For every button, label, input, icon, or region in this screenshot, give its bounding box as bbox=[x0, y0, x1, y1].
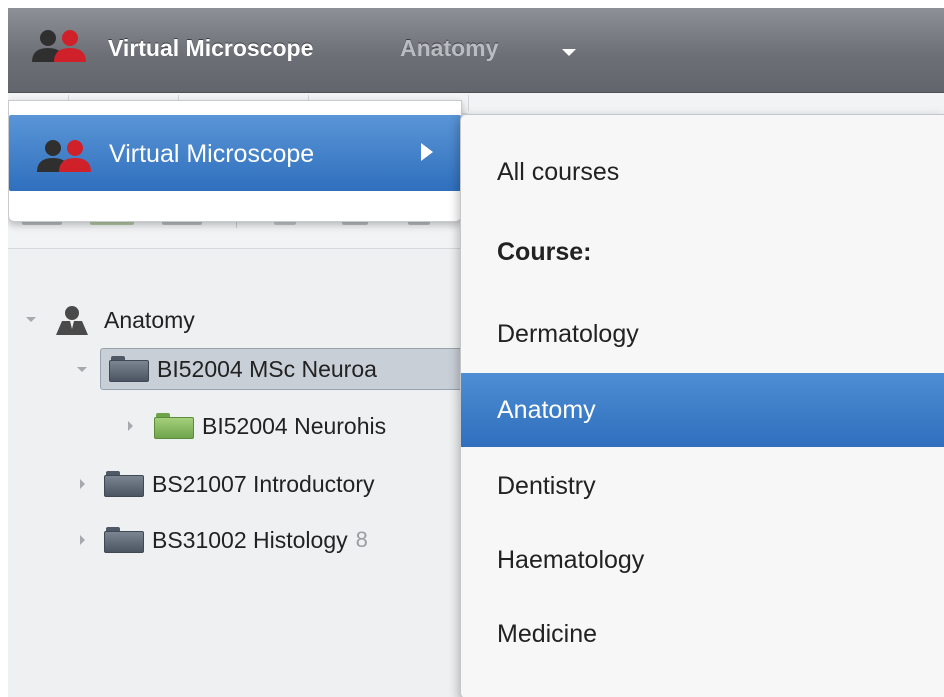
header-bar: Virtual Microscope Anatomy bbox=[8, 8, 944, 93]
submenu-item-haematology[interactable]: Haematology bbox=[461, 523, 944, 597]
user-icon bbox=[56, 306, 88, 335]
tree-item-label: BS21007 Introductory bbox=[152, 470, 375, 497]
count-badge: 8 bbox=[355, 527, 368, 552]
submenu-item-all-courses[interactable]: All courses bbox=[461, 135, 944, 209]
submenu-item-anatomy[interactable]: Anatomy bbox=[461, 373, 944, 447]
folder-icon bbox=[154, 413, 194, 439]
tree-item-label: BS31002 Histology bbox=[152, 526, 348, 553]
collapse-toggle-icon[interactable] bbox=[77, 367, 87, 372]
app-window: Virtual Microscope Anatomy Anatomy BI520… bbox=[8, 8, 944, 697]
submenu-item-dermatology[interactable]: Dermatology bbox=[461, 297, 944, 371]
menu-item-label: Virtual Microscope bbox=[109, 140, 315, 168]
tree-item-bi52004-neurohis[interactable]: BI52004 Neurohis bbox=[128, 409, 474, 443]
tree-item-bs21007[interactable]: BS21007 Introductory bbox=[80, 467, 474, 501]
tree-root-label: Anatomy bbox=[104, 307, 195, 333]
expand-toggle-icon[interactable] bbox=[80, 535, 85, 545]
expand-toggle-icon[interactable] bbox=[128, 421, 133, 431]
tree-root[interactable]: Anatomy bbox=[8, 303, 468, 337]
chevron-right-icon bbox=[421, 143, 433, 161]
collapse-toggle-icon[interactable] bbox=[26, 317, 36, 322]
folder-icon bbox=[109, 356, 149, 382]
tree-item-label: BI52004 MSc Neuroa bbox=[157, 355, 377, 382]
expand-toggle-icon[interactable] bbox=[80, 479, 85, 489]
users-icon bbox=[37, 140, 91, 172]
submenu-item-dentistry[interactable]: Dentistry bbox=[461, 449, 944, 523]
tree-item-bi52004-msc[interactable]: BI52004 MSc Neuroa bbox=[77, 348, 480, 390]
tree-item-label: BI52004 Neurohis bbox=[202, 412, 387, 439]
app-menu: Virtual Microscope bbox=[8, 100, 462, 222]
submenu-item-medicine[interactable]: Medicine bbox=[461, 597, 944, 671]
menu-item-virtual-microscope[interactable]: Virtual Microscope bbox=[9, 115, 461, 191]
current-course-label[interactable]: Anatomy bbox=[400, 35, 498, 62]
submenu-heading-course: Course: bbox=[497, 237, 592, 266]
tree-item-bs31002[interactable]: BS31002 Histology 8 bbox=[80, 523, 474, 557]
course-submenu: All courses Course: Dermatology Anatomy … bbox=[460, 114, 944, 697]
app-title[interactable]: Virtual Microscope bbox=[108, 35, 313, 62]
users-icon bbox=[32, 30, 86, 62]
chevron-down-icon[interactable] bbox=[562, 49, 576, 56]
folder-icon bbox=[104, 527, 144, 553]
folder-icon bbox=[104, 471, 144, 497]
